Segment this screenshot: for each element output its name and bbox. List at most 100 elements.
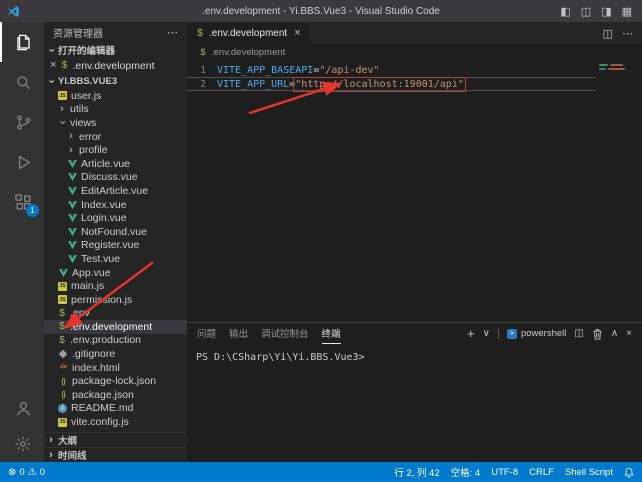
outline-label: 大纲 — [58, 433, 77, 447]
tree-item-Index.vue[interactable]: Index.vue — [44, 198, 187, 212]
toggle-sidebar-icon[interactable]: ◧ — [560, 5, 570, 18]
tree-item-Login.vue[interactable]: Login.vue — [44, 211, 187, 225]
tree-item-Article.vue[interactable]: Article.vue — [44, 157, 187, 171]
tree-item-index.html[interactable]: <>index.html — [44, 361, 187, 375]
timeline-section[interactable]: › 时间线 — [44, 447, 187, 462]
tab-label: .env.development — [209, 28, 287, 39]
settings-gear-icon[interactable] — [0, 426, 44, 462]
status-indentation[interactable]: 空格: 4 — [451, 465, 481, 479]
tree-item-Test.vue[interactable]: Test.vue — [44, 252, 187, 266]
tree-item-EditArticle.vue[interactable]: EditArticle.vue — [44, 184, 187, 198]
terminal-dropdown-icon[interactable]: ∨ — [483, 328, 490, 339]
tree-item-README.md[interactable]: iREADME.md — [44, 402, 187, 416]
file-label: .env — [70, 307, 90, 319]
env-file-icon: $ — [196, 28, 204, 39]
tree-item-.gitignore[interactable]: .gitignore — [44, 347, 187, 361]
file-label: Login.vue — [81, 212, 127, 224]
extensions-icon[interactable]: 1 — [0, 182, 44, 222]
tree-item-package.json[interactable]: {}package.json — [44, 388, 187, 402]
code-editor[interactable]: 1VITE_APP_BASEAPI="/api-dev"2VITE_APP_UR… — [187, 60, 642, 322]
source-control-icon[interactable] — [0, 102, 44, 142]
file-label: error — [79, 131, 101, 143]
tree-item-profile[interactable]: › profile — [44, 143, 187, 157]
account-icon[interactable] — [0, 390, 44, 426]
panel-tab-调试控制台[interactable]: 调试控制台 — [261, 323, 309, 344]
powershell-icon: > — [507, 329, 517, 339]
status-language-mode[interactable]: Shell Script — [565, 467, 613, 478]
open-editor-item[interactable]: × $ .env.development — [44, 58, 187, 73]
tree-item-package-lock.json[interactable]: {} package-lock.json — [44, 374, 187, 388]
tree-item-user.js[interactable]: JSuser.js — [44, 89, 187, 103]
tree-item-.env[interactable]: $.env — [44, 307, 187, 321]
shell-label: powershell — [521, 328, 566, 339]
terminal-profile[interactable]: > powershell — [507, 328, 566, 339]
breadcrumb[interactable]: $ .env.development — [187, 44, 642, 60]
file-label: permission.js — [71, 294, 132, 306]
tree-item-App.vue[interactable]: App.vue — [44, 266, 187, 280]
file-label: Article.vue — [81, 158, 130, 170]
panel-tab-终端[interactable]: 终端 — [322, 323, 341, 344]
project-root-header[interactable]: › YI.BBS.VUE3 — [44, 73, 187, 89]
outline-section[interactable]: › 大纲 — [44, 432, 187, 447]
panel-tabs: 问题输出调试控制台终端 — [197, 323, 341, 344]
tree-item-error[interactable]: ›error — [44, 130, 187, 144]
terminal-output[interactable]: PS D:\CSharp\Yi\Yi.BBS.Vue3> — [187, 344, 642, 462]
code-line-2[interactable]: 2VITE_APP_URL="http://localhost:19001/ap… — [187, 77, 596, 91]
close-panel-icon[interactable]: × — [626, 328, 632, 339]
code-token-string: "http://localhost:19001/api" — [295, 79, 464, 90]
file-label: README.md — [71, 402, 133, 414]
more-actions-icon[interactable]: ⋯ — [167, 26, 178, 39]
js-icon: JS — [58, 418, 67, 427]
split-terminal-icon[interactable]: ◫ — [574, 328, 583, 339]
tree-item-main.js[interactable]: JSmain.js — [44, 279, 187, 293]
tree-item-utils[interactable]: ›utils — [44, 103, 187, 117]
problems-status[interactable]: ⊗ 0 ⚠ 0 — [8, 467, 45, 478]
errors-count: 0 — [19, 467, 24, 478]
kill-terminal-icon[interactable] — [592, 328, 603, 340]
tree-item-Discuss.vue[interactable]: Discuss.vue — [44, 171, 187, 185]
file-label: Discuss.vue — [81, 171, 138, 183]
tree-item-Register.vue[interactable]: Register.vue — [44, 239, 187, 253]
file-label: App.vue — [72, 267, 111, 279]
new-terminal-icon[interactable]: + — [467, 326, 475, 341]
toggle-secondary-sidebar-icon[interactable]: ◨ — [601, 5, 611, 18]
json-icon: {} — [58, 390, 68, 399]
tree-item-permission.js[interactable]: JSpermission.js — [44, 293, 187, 307]
customize-layout-icon[interactable]: ▦ — [622, 5, 632, 18]
minimap[interactable] — [596, 60, 642, 322]
file-label: index.html — [72, 362, 120, 374]
split-editor-icon[interactable]: ◫ — [603, 27, 613, 40]
tree-item-NotFound.vue[interactable]: NotFound.vue — [44, 225, 187, 239]
status-encoding[interactable]: UTF-8 — [491, 467, 518, 478]
editor-more-actions-icon[interactable]: ⋯ — [622, 27, 633, 40]
run-debug-icon[interactable] — [0, 142, 44, 182]
tab-env-development[interactable]: $ .env.development × — [187, 22, 310, 44]
panel-tab-问题[interactable]: 问题 — [197, 323, 216, 344]
file-label: package-lock.json — [72, 375, 156, 387]
json-icon: {} — [58, 377, 68, 386]
chevron-right-icon: › — [67, 145, 75, 156]
search-icon[interactable] — [0, 62, 44, 102]
status-eol[interactable]: CRLF — [529, 467, 554, 478]
file-tree: JSuser.js›utils›views›error› profile Artic… — [44, 89, 187, 432]
vscode-logo-icon[interactable] — [7, 5, 20, 18]
toggle-panel-icon[interactable]: ◫ — [581, 5, 591, 18]
project-root-label: YI.BBS.VUE3 — [58, 76, 117, 87]
tree-item-views[interactable]: ›views — [44, 116, 187, 130]
file-label: profile — [79, 144, 108, 156]
bottom-panel: 问题输出调试控制台终端 + ∨ > powershell ◫ ∧ — [187, 322, 642, 462]
tree-item-vite.config.js[interactable]: JSvite.config.js — [44, 415, 187, 429]
maximize-panel-icon[interactable]: ∧ — [611, 328, 618, 339]
code-line-1[interactable]: 1VITE_APP_BASEAPI="/api-dev" — [187, 63, 596, 77]
vue-icon — [67, 241, 77, 249]
tree-item-.env.production[interactable]: $.env.production — [44, 334, 187, 348]
explorer-icon[interactable] — [0, 22, 44, 62]
git-icon — [58, 351, 68, 357]
open-editors-header[interactable]: › 打开的编辑器 — [44, 42, 187, 58]
close-tab-icon[interactable]: × — [294, 27, 300, 39]
tree-item-.env.development[interactable]: $.env.development — [44, 320, 187, 334]
panel-tab-输出[interactable]: 输出 — [229, 323, 248, 344]
status-cursor-position[interactable]: 行 2, 列 42 — [394, 465, 439, 479]
close-editor-icon[interactable]: × — [50, 60, 56, 71]
notifications-bell-icon[interactable] — [624, 467, 634, 478]
